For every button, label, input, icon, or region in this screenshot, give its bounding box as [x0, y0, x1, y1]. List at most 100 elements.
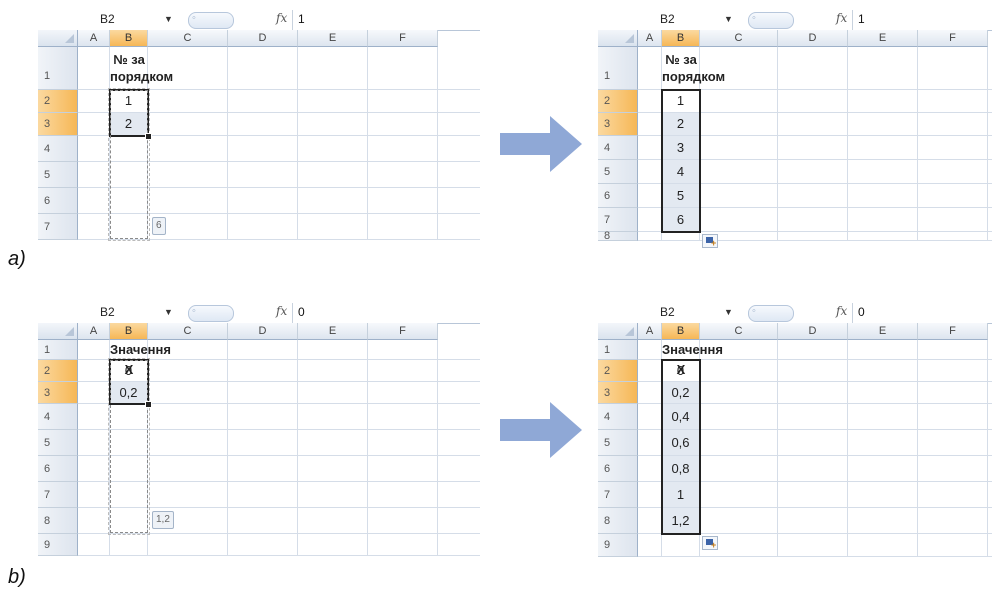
row-header-2[interactable]: 2 — [38, 90, 78, 113]
chevron-down-icon[interactable]: ▼ — [164, 304, 173, 321]
name-box[interactable]: B2 ▼ — [38, 304, 178, 321]
value-cell-b4[interactable]: 0,4 — [662, 404, 699, 429]
row-header-7[interactable]: 7 — [598, 482, 638, 508]
column-header-b[interactable]: B — [662, 323, 700, 340]
value-cell-b7[interactable]: 6 — [662, 208, 699, 231]
column-header-c[interactable]: C — [148, 323, 228, 340]
fx-icon[interactable]: fx — [836, 11, 847, 25]
value-cell-b2[interactable]: 0 — [662, 360, 699, 381]
row-header-6[interactable]: 6 — [38, 188, 78, 214]
fx-icon[interactable]: fx — [276, 11, 287, 25]
value-cell-b4[interactable]: 3 — [662, 136, 699, 159]
chevron-down-icon[interactable]: ▼ — [164, 11, 173, 28]
select-all-corner[interactable] — [598, 323, 638, 340]
value-cell-b3[interactable]: 2 — [662, 113, 699, 135]
chevron-down-icon[interactable]: ▼ — [724, 304, 733, 321]
column-header-b[interactable]: B — [110, 323, 148, 340]
column-header-c[interactable]: C — [700, 30, 778, 47]
header-cell-b1[interactable]: Значення X — [110, 340, 171, 377]
formula-input[interactable]: 0 — [858, 305, 865, 319]
name-box[interactable]: B2 ▼ — [38, 11, 178, 28]
row-header-7[interactable]: 7 — [598, 208, 638, 232]
row-header-5[interactable]: 5 — [38, 162, 78, 188]
column-header-d[interactable]: D — [778, 30, 848, 47]
column-header-a[interactable]: A — [638, 30, 662, 47]
formula-input[interactable]: 1 — [298, 12, 305, 26]
row-header-8[interactable]: 8 — [38, 508, 78, 534]
formula-input[interactable]: 1 — [858, 12, 865, 26]
row-header-8[interactable]: 8 — [598, 231, 638, 242]
column-header-f[interactable]: F — [368, 323, 438, 340]
chevron-down-icon[interactable]: ▼ — [724, 11, 733, 28]
column-header-c[interactable]: C — [700, 323, 778, 340]
column-gridline — [367, 47, 368, 240]
row-header-6[interactable]: 6 — [38, 456, 78, 482]
formula-input[interactable]: 0 — [298, 305, 305, 319]
fx-icon[interactable]: fx — [836, 304, 847, 318]
column-header-b[interactable]: B — [110, 30, 148, 47]
select-all-corner[interactable] — [38, 323, 78, 340]
column-header-d[interactable]: D — [228, 30, 298, 47]
fill-handle[interactable] — [145, 401, 152, 408]
value-cell-b5[interactable]: 0,6 — [662, 430, 699, 455]
header-cell-b1[interactable]: № за порядком — [662, 47, 725, 90]
row-header-1[interactable]: 1 — [598, 340, 638, 360]
fill-value-tooltip: 1,2 — [152, 511, 174, 529]
column-header-a[interactable]: A — [78, 30, 110, 47]
value-cell-b8[interactable]: 1,2 — [662, 508, 699, 533]
row-header-5[interactable]: 5 — [598, 430, 638, 456]
row-header-2[interactable]: 2 — [598, 90, 638, 113]
value-cell-b7[interactable]: 1 — [662, 482, 699, 507]
row-header-3[interactable]: 3 — [38, 382, 78, 404]
value-cell-b2[interactable]: 1 — [662, 90, 699, 112]
auto-fill-options-icon[interactable]: + — [702, 234, 718, 248]
column-header-e[interactable]: E — [298, 30, 368, 47]
row-header-3[interactable]: 3 — [38, 113, 78, 136]
column-header-f[interactable]: F — [918, 30, 988, 47]
column-header-f[interactable]: F — [918, 323, 988, 340]
column-header-e[interactable]: E — [298, 323, 368, 340]
row-header-4[interactable]: 4 — [38, 136, 78, 162]
auto-fill-options-icon[interactable]: + — [702, 536, 718, 550]
row-header-2[interactable]: 2 — [38, 360, 78, 382]
row-header-1[interactable]: 1 — [598, 47, 638, 90]
row-header-6[interactable]: 6 — [598, 184, 638, 208]
column-header-f[interactable]: F — [368, 30, 438, 47]
row-header-3[interactable]: 3 — [598, 382, 638, 404]
row-header-1[interactable]: 1 — [38, 340, 78, 360]
row-header-5[interactable]: 5 — [38, 430, 78, 456]
row-header-4[interactable]: 4 — [598, 404, 638, 430]
column-header-a[interactable]: A — [78, 323, 110, 340]
name-box[interactable]: B2 ▼ — [598, 304, 738, 321]
column-header-a[interactable]: A — [638, 323, 662, 340]
column-header-e[interactable]: E — [848, 323, 918, 340]
value-cell-b6[interactable]: 0,8 — [662, 456, 699, 481]
value-cell-b3[interactable]: 0,2 — [662, 382, 699, 403]
fx-icon[interactable]: fx — [276, 304, 287, 318]
row-header-3[interactable]: 3 — [598, 113, 638, 136]
row-header-2[interactable]: 2 — [598, 360, 638, 382]
row-header-7[interactable]: 7 — [38, 214, 78, 240]
row-header-6[interactable]: 6 — [598, 456, 638, 482]
name-box[interactable]: B2 ▼ — [598, 11, 738, 28]
column-header-d[interactable]: D — [228, 323, 298, 340]
select-all-corner[interactable] — [38, 30, 78, 47]
row-header-7[interactable]: 7 — [38, 482, 78, 508]
row-header-4[interactable]: 4 — [38, 404, 78, 430]
row-header-1[interactable]: 1 — [38, 47, 78, 90]
fill-handle[interactable] — [145, 133, 152, 140]
header-cell-b1[interactable]: Значення X — [662, 340, 723, 377]
value-cell-b6[interactable]: 5 — [662, 184, 699, 207]
select-all-corner[interactable] — [598, 30, 638, 47]
row-header-8[interactable]: 8 — [598, 508, 638, 534]
row-header-9[interactable]: 9 — [38, 534, 78, 556]
row-header-5[interactable]: 5 — [598, 160, 638, 184]
header-cell-b1[interactable]: № за порядком — [110, 47, 173, 90]
row-header-4[interactable]: 4 — [598, 136, 638, 160]
column-header-b[interactable]: B — [662, 30, 700, 47]
value-cell-b5[interactable]: 4 — [662, 160, 699, 183]
row-header-9[interactable]: 9 — [598, 534, 638, 557]
column-header-d[interactable]: D — [778, 323, 848, 340]
column-header-c[interactable]: C — [148, 30, 228, 47]
column-header-e[interactable]: E — [848, 30, 918, 47]
